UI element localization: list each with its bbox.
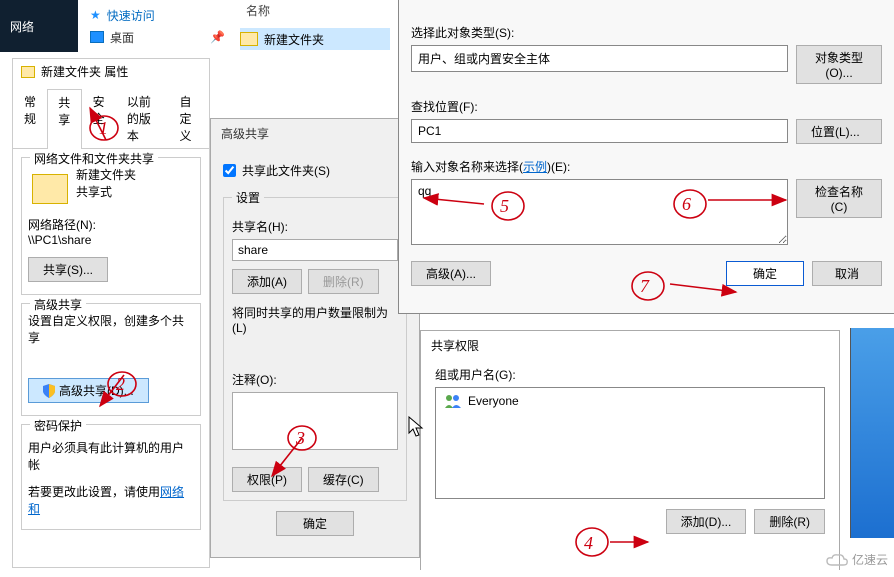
folder-icon — [21, 66, 35, 78]
group-password: 密码保护 用户必须具有此计算机的用户帐 若要更改此设置，请使用网络和 — [21, 424, 201, 530]
tab-share[interactable]: 共享 — [47, 89, 81, 149]
group-network-share: 网络文件和文件夹共享 新建文件夹 共享式 网络路径(N): \\PC1\shar… — [21, 157, 201, 295]
cursor-icon — [408, 416, 426, 438]
adv-share-label: 高级共享(D)... — [59, 382, 134, 399]
dialog-title: 高级共享 — [211, 119, 419, 148]
examples-link[interactable]: 示例 — [523, 160, 547, 174]
tab-security[interactable]: 安全 — [82, 88, 116, 148]
tab-previous[interactable]: 以前的版本 — [116, 88, 169, 148]
permissions-button[interactable]: 权限(P) — [232, 467, 302, 492]
comment-label: 注释(O): — [232, 371, 398, 388]
share-folder-name: 新建文件夹 — [76, 166, 136, 183]
object-type-label: 选择此对象类型(S): — [411, 24, 882, 41]
desktop-background — [850, 328, 894, 538]
share-button[interactable]: 共享(S)... — [28, 257, 108, 282]
object-type-value: 用户、组或内置安全主体 — [411, 45, 788, 72]
advanced-share-dialog: 高级共享 共享此文件夹(S) 设置 共享名(H): 添加(A) 删除(R) 将同… — [210, 118, 420, 558]
remove-share-button[interactable]: 删除(R) — [308, 269, 379, 294]
watermark-text: 亿速云 — [852, 551, 888, 568]
object-types-button[interactable]: 对象类型(O)... — [796, 45, 882, 84]
shield-icon — [43, 384, 55, 398]
nav-network-label: 网络 — [10, 18, 34, 35]
properties-window: 新建文件夹 属性 常规 共享 安全 以前的版本 自定义 网络文件和文件夹共享 新… — [12, 58, 210, 568]
window-title: 新建文件夹 属性 — [41, 63, 128, 80]
location-label: 查找位置(F): — [411, 98, 882, 115]
column-header-name[interactable]: 名称 — [246, 2, 270, 19]
group-advanced-share: 高级共享 设置自定义权限，创建多个共享 高级共享(D)... — [21, 303, 201, 416]
watermark: 亿速云 — [826, 551, 888, 568]
ok-button[interactable]: 确定 — [276, 511, 354, 536]
pw-line1: 用户必须具有此计算机的用户帐 — [28, 439, 194, 473]
cancel-button[interactable]: 取消 — [812, 261, 882, 286]
pw-line2: 若要更改此设置，请使用 — [28, 485, 160, 499]
tab-custom[interactable]: 自定义 — [169, 88, 209, 148]
properties-titlebar: 新建文件夹 属性 — [13, 59, 209, 84]
remove-user-button[interactable]: 删除(R) — [754, 509, 825, 534]
cloud-icon — [826, 553, 848, 567]
folder-name: 新建文件夹 — [264, 31, 324, 48]
users-listbox[interactable]: Everyone — [435, 387, 825, 499]
comment-textarea[interactable] — [232, 392, 398, 450]
quick-access-panel: ★ 快速访问 桌面 📌 — [90, 4, 225, 48]
desktop-icon — [90, 31, 104, 43]
check-names-button[interactable]: 检查名称(C) — [796, 179, 882, 218]
object-names-input[interactable] — [411, 179, 788, 245]
checkbox-input[interactable] — [223, 164, 236, 177]
desktop-item[interactable]: 桌面 📌 — [90, 26, 225, 48]
users-icon — [444, 394, 462, 408]
advanced-share-button[interactable]: 高级共享(D)... — [28, 378, 149, 403]
group-title: 密码保护 — [30, 417, 86, 434]
locations-button[interactable]: 位置(L)... — [796, 119, 882, 144]
netpath-value: \\PC1\share — [28, 233, 194, 247]
dialog-title: 共享权限 — [421, 331, 839, 360]
settings-legend: 设置 — [232, 189, 264, 206]
settings-fieldset: 设置 共享名(H): 添加(A) 删除(R) 将同时共享的用户数量限制为(L) … — [223, 189, 407, 501]
netpath-label: 网络路径(N): — [28, 216, 194, 233]
big-folder-icon — [32, 174, 68, 204]
user-name: Everyone — [468, 394, 519, 408]
adv-desc: 设置自定义权限，创建多个共享 — [28, 312, 194, 346]
share-permissions-dialog: 共享权限 组或用户名(G): Everyone 添加(D)... 删除(R) — [420, 330, 840, 570]
tab-general[interactable]: 常规 — [13, 88, 47, 148]
quick-access-item[interactable]: ★ 快速访问 — [90, 4, 225, 26]
cache-button[interactable]: 缓存(C) — [308, 467, 379, 492]
nav-network[interactable]: 网络 — [0, 0, 78, 52]
add-share-button[interactable]: 添加(A) — [232, 269, 302, 294]
folder-icon — [240, 32, 258, 46]
user-limit-label: 将同时共享的用户数量限制为(L) — [232, 304, 398, 335]
add-user-button[interactable]: 添加(D)... — [666, 509, 747, 534]
desktop-label: 桌面 — [110, 29, 134, 46]
names-label-b: )(E): — [547, 160, 570, 174]
names-label-a: 输入对象名称来选择( — [411, 160, 523, 174]
share-name-label: 共享名(H): — [232, 218, 398, 235]
group-title: 网络文件和文件夹共享 — [30, 150, 158, 167]
pin-icon: 📌 — [210, 30, 225, 44]
group-users-label: 组或用户名(G): — [435, 366, 825, 383]
group-title: 高级共享 — [30, 296, 86, 313]
location-value: PC1 — [411, 119, 788, 143]
list-item[interactable]: Everyone — [440, 392, 820, 410]
select-users-dialog: 选择此对象类型(S): 用户、组或内置安全主体 对象类型(O)... 查找位置(… — [398, 0, 894, 314]
star-icon: ★ — [90, 8, 101, 22]
quick-access-label: 快速访问 — [107, 7, 155, 24]
share-style: 共享式 — [76, 183, 136, 200]
folder-item[interactable]: 新建文件夹 — [240, 28, 390, 50]
ok-button[interactable]: 确定 — [726, 261, 804, 286]
properties-tabs: 常规 共享 安全 以前的版本 自定义 — [13, 88, 209, 149]
share-folder-checkbox[interactable]: 共享此文件夹(S) — [223, 162, 407, 179]
checkbox-label: 共享此文件夹(S) — [242, 162, 330, 179]
share-name-input[interactable] — [232, 239, 398, 261]
advanced-button[interactable]: 高级(A)... — [411, 261, 491, 286]
